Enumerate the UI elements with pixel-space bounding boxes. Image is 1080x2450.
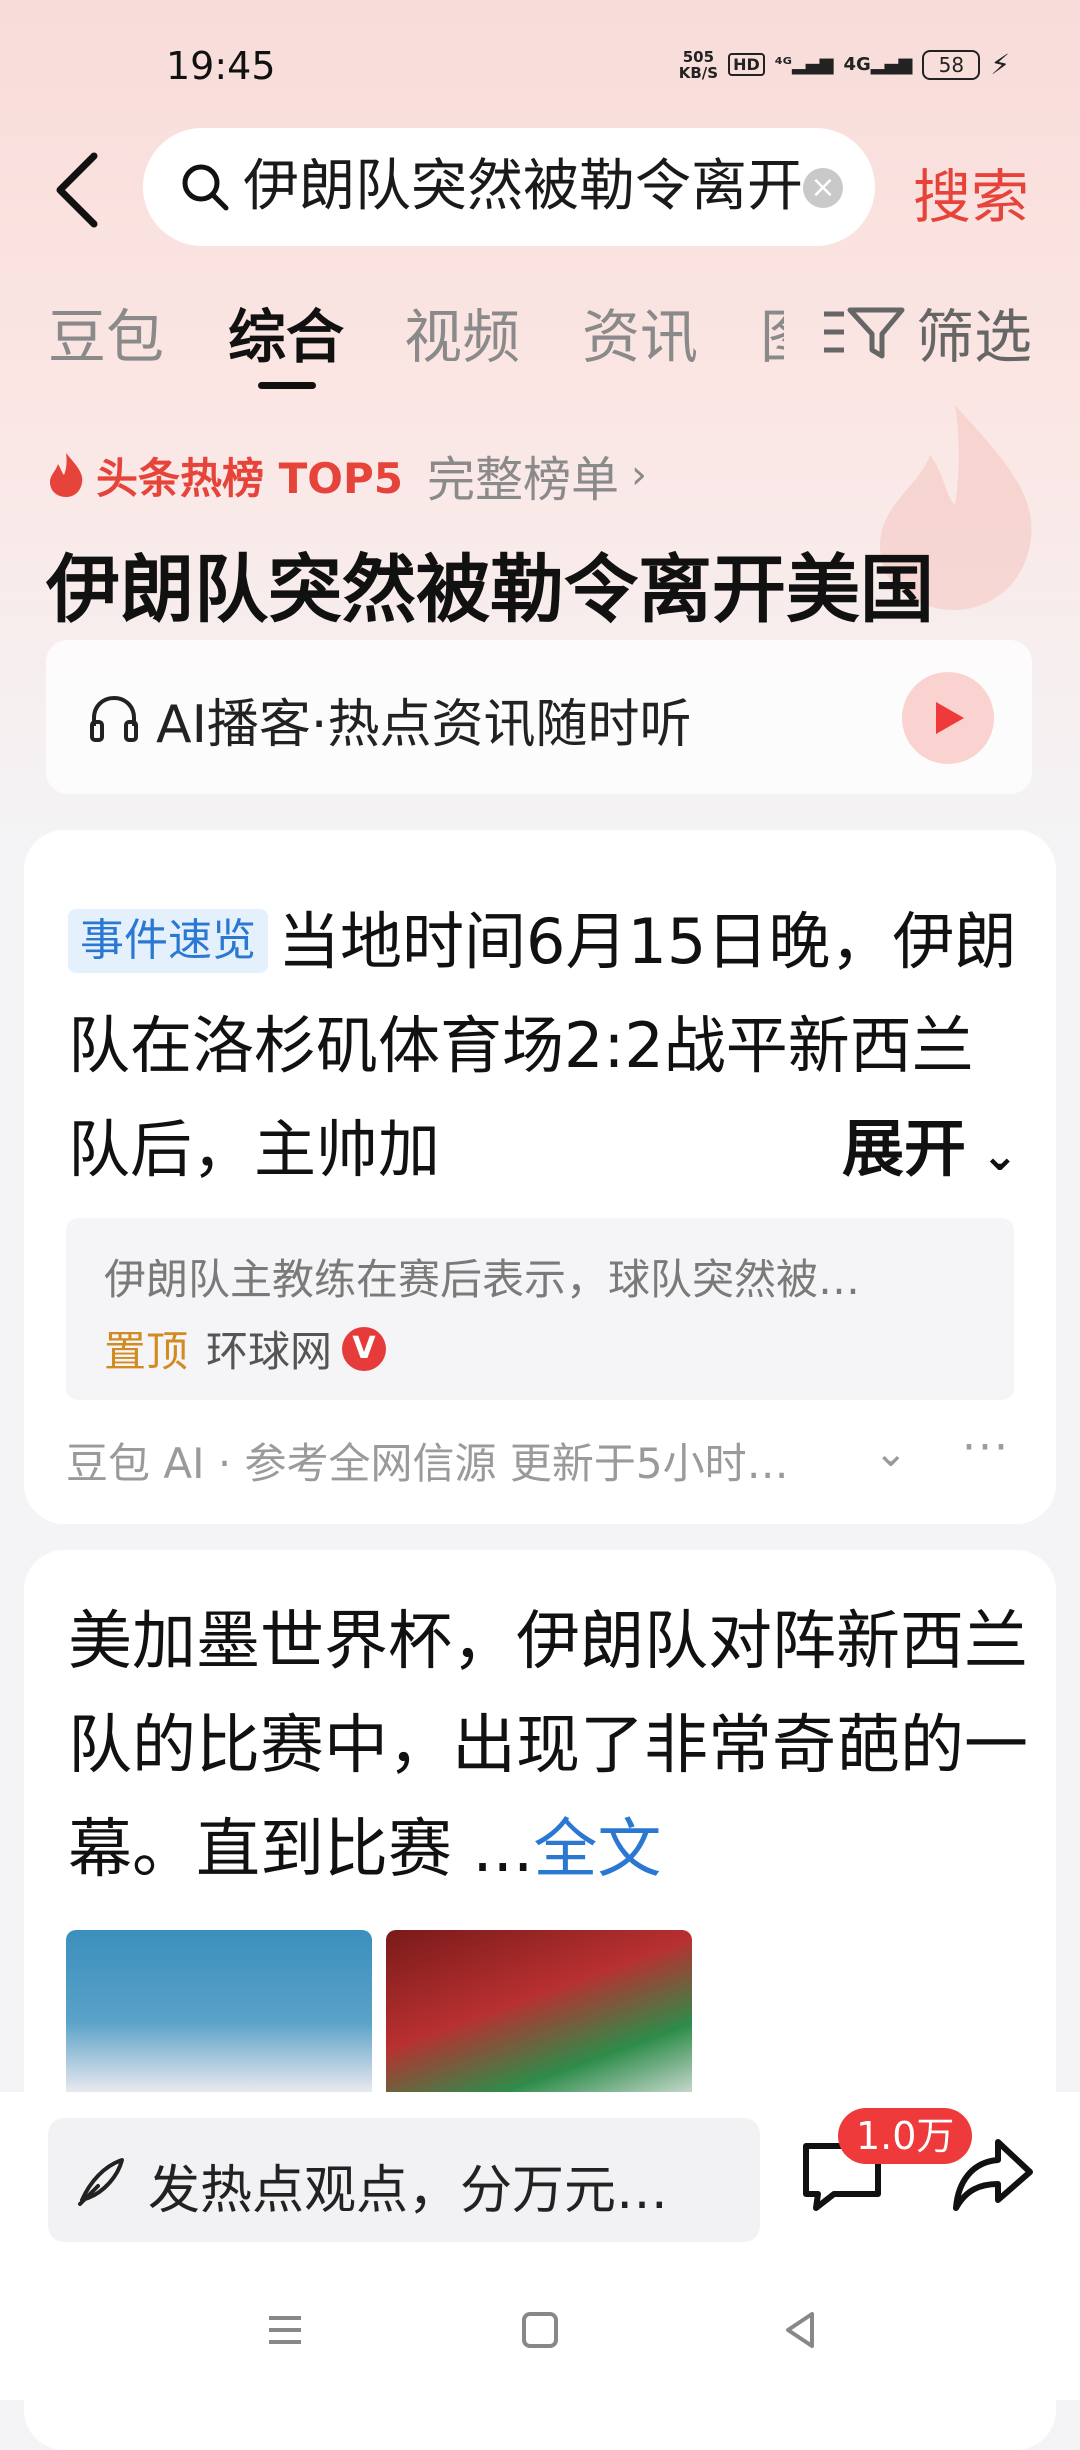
expand-button[interactable]: 展开 ⌄ (812, 1098, 1019, 1188)
share-icon[interactable] (950, 2132, 1036, 2218)
chevron-right-icon: › (631, 452, 647, 498)
play-icon (936, 702, 964, 734)
event-badge: 事件速览 (68, 909, 268, 973)
menu-icon[interactable] (255, 2300, 315, 2360)
ai-summary-card: 事件速览 当地时间6月15日晚，伊朗队在洛杉矶体育场2:2战平新西兰队后，主帅加 … (24, 830, 1056, 1524)
active-tab-indicator (258, 382, 316, 389)
tab-video[interactable]: 视频 (404, 290, 520, 374)
search-input[interactable]: 伊朗队突然被勒令离开美国 × (143, 128, 875, 246)
status-bar: 19:45 505 KB/S HD ⁴ᴳ▂▄▆ 4G▂▄▆ 58 ⚡ (0, 0, 1080, 120)
tab-news[interactable]: 资讯 (582, 290, 698, 374)
verified-icon: V (342, 1326, 387, 1371)
source-snippet: 伊朗队主教练在赛后表示，球队突然被… (104, 1255, 861, 1304)
back-nav-icon[interactable] (770, 2300, 830, 2360)
search-button[interactable]: 搜索 (913, 150, 1029, 234)
hd-voice-icon: HD (728, 53, 765, 76)
bottom-action-bar: 发热点观点，分万元… 1.0万 (0, 2092, 1080, 2400)
headline: 伊朗队突然被勒令离开美国 (46, 547, 934, 633)
clock: 19:45 (166, 44, 276, 88)
tab-images[interactable]: 图 (760, 290, 784, 374)
filter-icon (824, 307, 905, 359)
source-box[interactable]: 伊朗队主教练在赛后表示，球队突然被… 置顶 环球网 V (66, 1218, 1014, 1400)
clear-icon[interactable]: × (803, 168, 843, 208)
post-text: 美加墨世界杯，伊朗队对阵新西兰队的比赛中，出现了非常奇葩的一幕。直到比赛 ...… (68, 1605, 1028, 1887)
hotlist-row[interactable]: 头条热榜 TOP5 完整榜单 › (46, 440, 647, 510)
tab-doubao[interactable]: 豆包 (48, 290, 164, 374)
ai-podcast-bar[interactable]: AI播客·热点资讯随时听 (46, 640, 1032, 794)
comment-input[interactable]: 发热点观点，分万元… (48, 2118, 760, 2242)
system-nav-bar (0, 2290, 1080, 2380)
back-arrow-icon[interactable] (50, 150, 110, 230)
search-icon (182, 164, 229, 211)
signal-icon: ⁴ᴳ▂▄▆ (774, 54, 834, 75)
home-icon[interactable] (510, 2300, 570, 2360)
full-text-link[interactable]: 全文 (533, 1813, 661, 1887)
pen-icon (78, 2158, 124, 2206)
battery-icon: 58 (922, 49, 981, 80)
signal-icon-2: 4G▂▄▆ (843, 54, 913, 75)
search-query[interactable]: 伊朗队突然被勒令离开美国 (243, 152, 803, 222)
source-name: 环球网 (206, 1327, 333, 1376)
play-button[interactable] (902, 672, 994, 764)
tab-comprehensive[interactable]: 综合 (228, 290, 344, 374)
full-list-link[interactable]: 完整榜单 (427, 440, 619, 510)
pinned-label: 置顶 (104, 1327, 189, 1376)
chevron-down-icon[interactable]: ⌄ (874, 1430, 908, 1476)
network-speed: 505 KB/S (678, 47, 719, 82)
charging-icon: ⚡ (990, 48, 1010, 81)
filter-button[interactable]: 筛选 (820, 290, 1032, 374)
more-options-icon[interactable]: ··· (962, 1422, 1010, 1473)
flame-icon (50, 453, 83, 497)
ai-meta: 豆包 AI · 参考全网信源 更新于5小时… (66, 1439, 789, 1488)
chevron-down-icon: ⌄ (966, 1130, 1019, 1181)
headphone-icon (90, 695, 138, 742)
